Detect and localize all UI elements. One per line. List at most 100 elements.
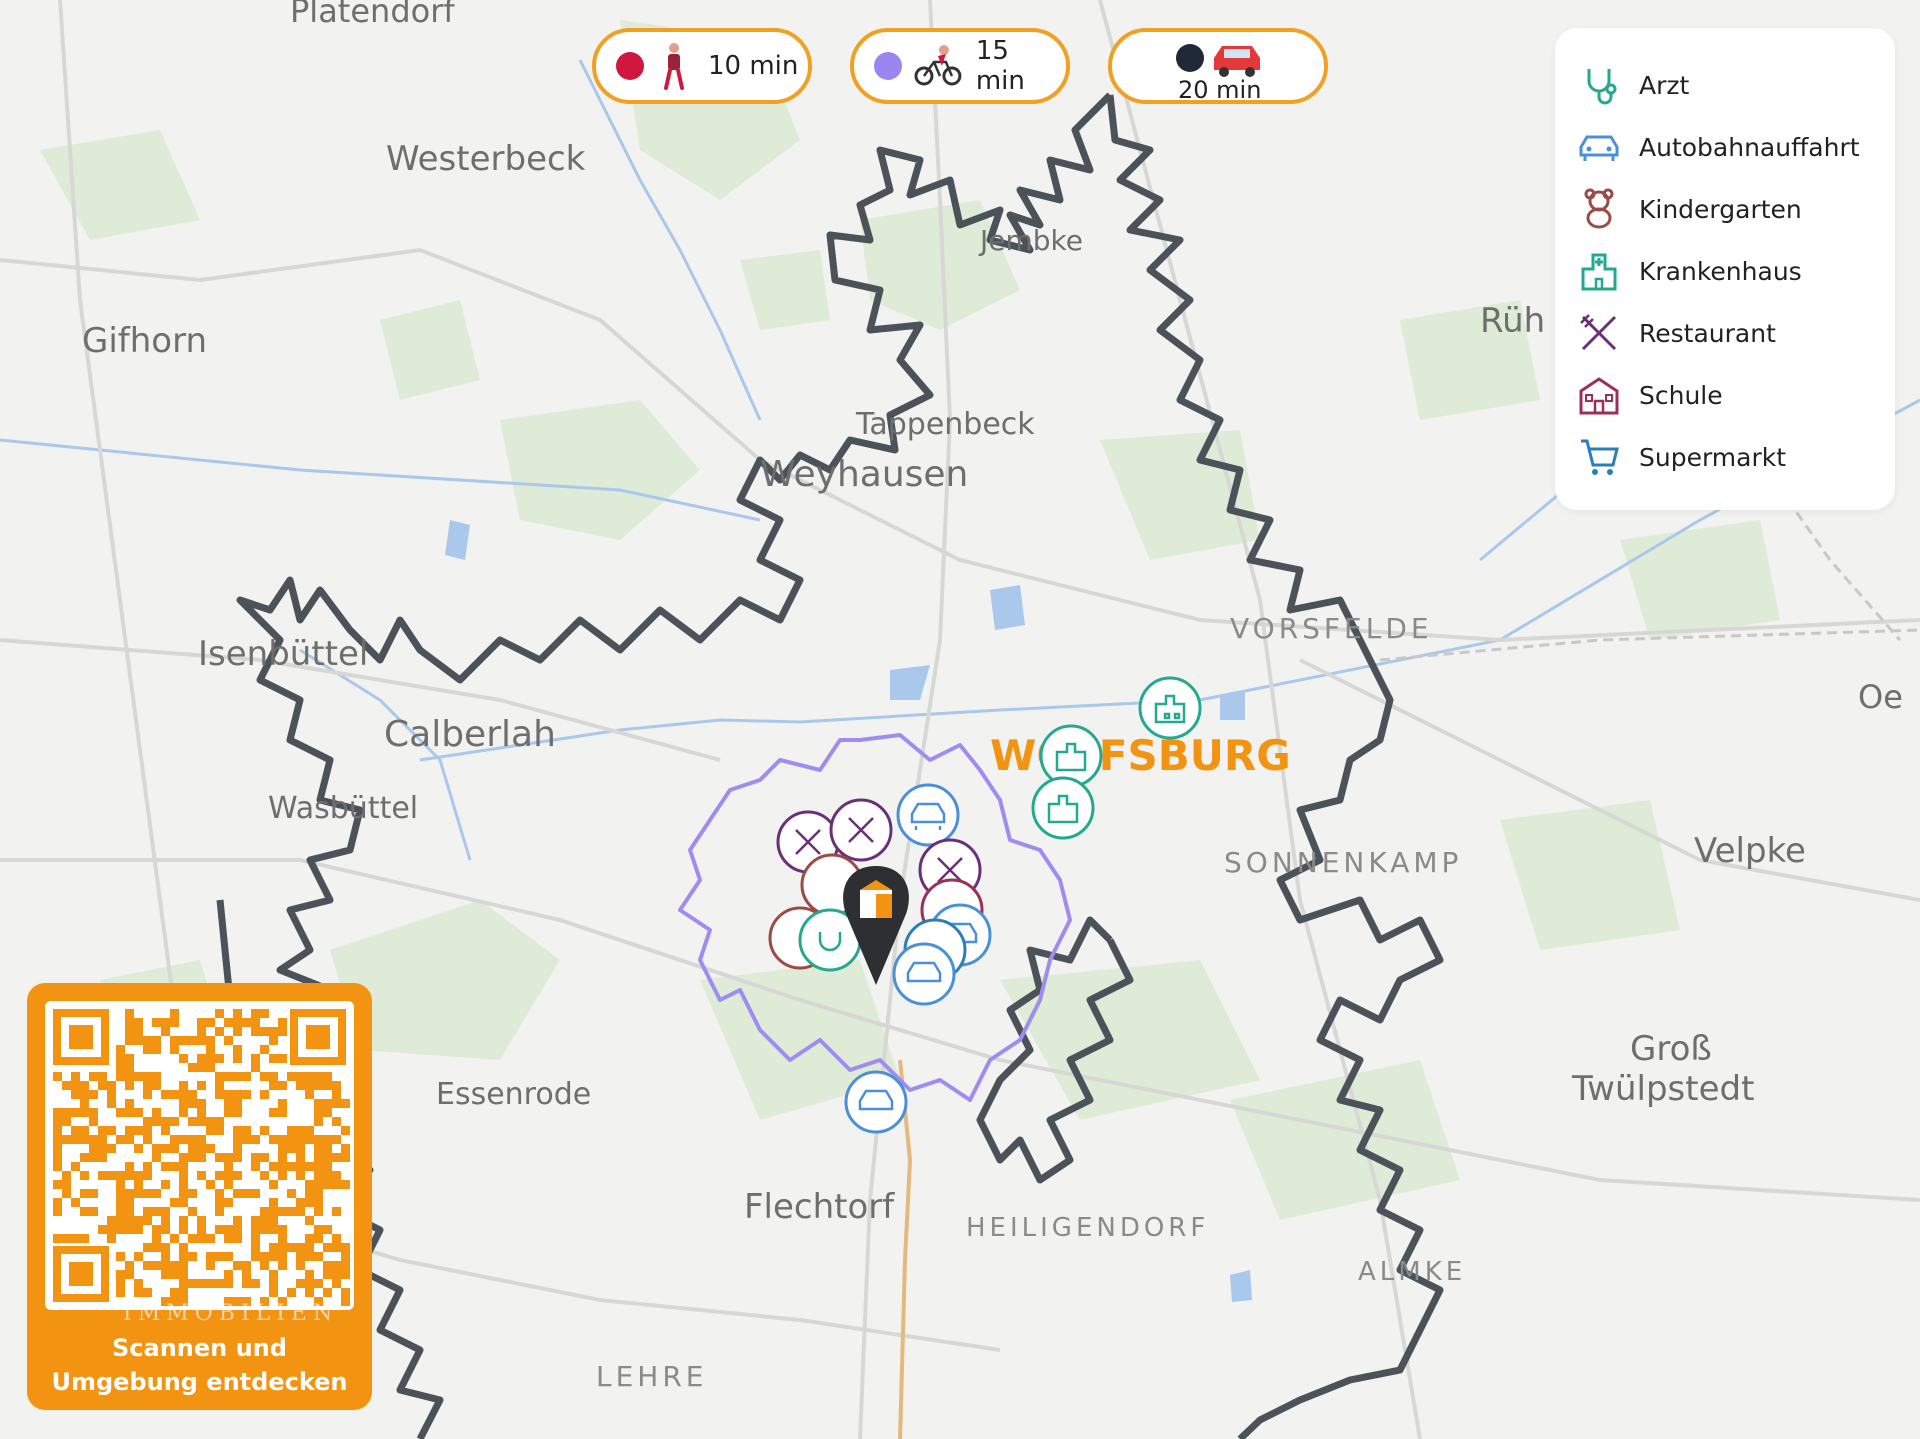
qr-module (107, 1234, 116, 1243)
qr-module (179, 1099, 188, 1108)
qr-module (260, 1027, 269, 1036)
qr-module (179, 1081, 188, 1090)
qr-module (332, 1243, 341, 1252)
qr-module (152, 1072, 161, 1081)
qr-module (71, 1081, 80, 1090)
qr-module (305, 1270, 314, 1279)
qr-module (278, 1135, 287, 1144)
qr-module (206, 1144, 215, 1153)
qr-module (179, 1243, 188, 1252)
legend-item-autobahn[interactable]: Autobahnauffahrt (1577, 122, 1860, 172)
walking-person-icon (664, 43, 684, 90)
legend-item-supermarkt[interactable]: Supermarkt (1577, 432, 1786, 482)
qr-module (269, 1225, 278, 1234)
qr-module (179, 1054, 188, 1063)
poi-krankenhaus[interactable] (1031, 776, 1095, 840)
qr-module (161, 1144, 170, 1153)
legend-item-arzt[interactable]: Arzt (1577, 60, 1689, 110)
qr-module (278, 1054, 287, 1063)
qr-module (269, 1054, 278, 1063)
poi-autobahnauffahrt[interactable] (892, 942, 956, 1006)
qr-module (98, 1081, 107, 1090)
qr-module (89, 1090, 98, 1099)
legend-item-krankenhaus[interactable]: Krankenhaus (1577, 246, 1802, 296)
qr-module (332, 1081, 341, 1090)
qr-module (251, 1225, 260, 1234)
qr-module (215, 1027, 224, 1036)
qr-module (80, 1081, 89, 1090)
qr-module (53, 1072, 62, 1081)
qr-module (206, 1180, 215, 1189)
qr-module (332, 1279, 341, 1288)
place-weyhausen: Weyhausen (760, 454, 968, 495)
qr-module (224, 1108, 233, 1117)
qr-module (305, 1234, 314, 1243)
qr-finder-bl (53, 1246, 109, 1302)
qr-module (197, 1099, 206, 1108)
place-velpke: Velpke (1694, 831, 1806, 871)
qr-module (269, 1198, 278, 1207)
travel-mode-bike[interactable]: 15 min (850, 28, 1070, 104)
qr-watermark: IMMOBILIEN (123, 1301, 339, 1326)
qr-finder-tr (290, 1009, 346, 1065)
qr-module (251, 1027, 260, 1036)
qr-module (197, 1117, 206, 1126)
qr-module (125, 1261, 134, 1270)
qr-module (98, 1153, 107, 1162)
qr-module (323, 1243, 332, 1252)
qr-module (107, 1090, 116, 1099)
qr-module (251, 1153, 260, 1162)
qr-module (233, 1054, 242, 1063)
qr-module (233, 1018, 242, 1027)
legend-item-schule[interactable]: Schule (1577, 370, 1723, 420)
qr-module (251, 1243, 260, 1252)
qr-module (233, 1189, 242, 1198)
qr-module (116, 1270, 125, 1279)
qr-module (116, 1180, 125, 1189)
stethoscope-icon (1587, 69, 1617, 105)
legend-item-kindergarten[interactable]: Kindergarten (1577, 184, 1802, 234)
qr-module (134, 1144, 143, 1153)
qr-module (251, 1234, 260, 1243)
qr-module (170, 1288, 179, 1297)
qr-module (62, 1135, 71, 1144)
qr-module (143, 1261, 152, 1270)
place-jembke: Jembke (978, 224, 1083, 257)
qr-module (305, 1135, 314, 1144)
qr-module (62, 1081, 71, 1090)
qr-module (197, 1063, 206, 1072)
legend-item-restaurant[interactable]: Restaurant (1577, 308, 1776, 358)
qr-module (71, 1108, 80, 1117)
travel-mode-car[interactable]: 20 min (1108, 28, 1328, 104)
place-isenbuettel: Isenbüttel (198, 634, 368, 674)
qr-module (233, 1045, 242, 1054)
poi-autobahnauffahrt[interactable] (896, 783, 960, 847)
place-heiligendorf: HEILIGENDORF (966, 1213, 1209, 1243)
qr-module (53, 1234, 62, 1243)
qr-module (80, 1207, 89, 1216)
poi-restaurant[interactable] (829, 798, 893, 862)
qr-code-card[interactable]: IMMOBILIEN Scannen und Umgebung entdecke… (27, 983, 372, 1410)
qr-module (251, 1216, 260, 1225)
qr-module (323, 1261, 332, 1270)
qr-module (98, 1072, 107, 1081)
poi-krankenhaus[interactable] (1039, 724, 1103, 788)
qr-module (269, 1252, 278, 1261)
qr-module (197, 1225, 206, 1234)
qr-module (206, 1063, 215, 1072)
qr-module (314, 1117, 323, 1126)
place-oebisfelde: Oe (1858, 678, 1903, 716)
qr-module (269, 1135, 278, 1144)
qr-module (206, 1261, 215, 1270)
fork-knife-icon (1580, 314, 1617, 351)
poi-autobahnauffahrt[interactable] (844, 1070, 908, 1134)
qr-module (107, 1216, 116, 1225)
poi-krankenhaus[interactable] (1138, 676, 1202, 740)
qr-module (206, 1054, 215, 1063)
qr-module (206, 1126, 215, 1135)
qr-module (215, 1171, 224, 1180)
travel-mode-walk[interactable]: 10 min (592, 28, 812, 104)
qr-module (323, 1225, 332, 1234)
qr-module (305, 1081, 314, 1090)
qr-code[interactable] (45, 1001, 354, 1310)
